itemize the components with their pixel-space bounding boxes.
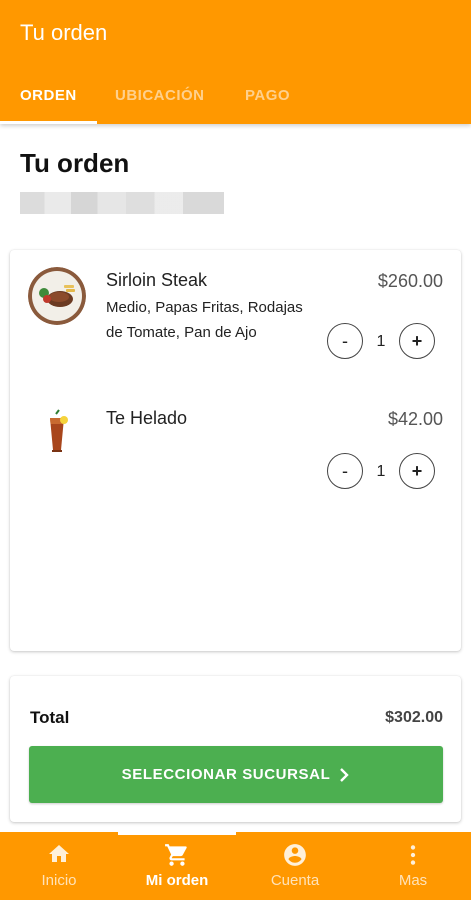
quantity-stepper: - 1 +: [327, 323, 435, 363]
app-bar: Tu orden ORDEN UBICACIÓN PAGO: [0, 0, 471, 124]
app-title: Tu orden: [20, 20, 108, 45]
steak-plate-image: [28, 267, 86, 325]
tab-pago[interactable]: PAGO: [245, 72, 290, 121]
total-value: $302.00: [385, 709, 443, 726]
nav-item-cuenta[interactable]: Cuenta: [236, 832, 354, 900]
item-name: Sirloin Steak: [106, 270, 208, 290]
tab-ubicacion[interactable]: UBICACIÓN: [115, 72, 205, 121]
nav-label: Cuenta: [270, 872, 320, 889]
nav-label: Inicio: [41, 872, 77, 889]
checkout-tabs: ORDEN UBICACIÓN PAGO: [0, 72, 471, 124]
nav-item-inicio[interactable]: Inicio: [0, 832, 118, 900]
chevron-right-icon: [338, 767, 350, 782]
increase-quantity-button[interactable]: +: [399, 453, 435, 489]
total-label: Total: [30, 708, 70, 727]
increase-quantity-button[interactable]: +: [399, 323, 435, 359]
home-icon: [0, 842, 118, 868]
blurred-subtitle: [20, 192, 224, 214]
nav-item-mi-orden[interactable]: Mi orden: [118, 832, 236, 900]
nav-item-mas[interactable]: Mas: [354, 832, 471, 900]
more-vert-icon: [354, 842, 471, 868]
item-price: $260.00: [377, 271, 443, 291]
bottom-navigation: Inicio Mi orden Cuenta Mas: [0, 832, 471, 900]
tab-indicator: [0, 121, 97, 124]
item-modifiers: Medio, Papas Fritas, Rodajas de Tomate, …: [106, 299, 303, 341]
decrease-quantity-button[interactable]: -: [327, 323, 363, 359]
nav-label: Mi orden: [145, 872, 209, 889]
nav-label: Mas: [398, 872, 428, 889]
order-summary-card: Total $302.00 SELECCIONAR SUCURSAL: [10, 676, 461, 822]
decrease-quantity-button[interactable]: -: [327, 453, 363, 489]
select-branch-button[interactable]: SELECCIONAR SUCURSAL: [29, 746, 443, 803]
quantity-value: 1: [376, 333, 386, 350]
quantity-stepper: - 1 +: [327, 453, 435, 493]
quantity-value: 1: [376, 463, 386, 480]
item-name: Te Helado: [106, 408, 188, 428]
cart-icon: [118, 842, 236, 868]
iced-tea-image: [28, 404, 86, 462]
item-price: $42.00: [387, 409, 443, 429]
page-title: Tu orden: [20, 148, 130, 178]
order-items-card: Sirloin Steak Medio, Papas Fritas, Rodaj…: [10, 250, 461, 651]
select-branch-label: SELECCIONAR SUCURSAL: [121, 766, 331, 783]
tab-orden[interactable]: ORDEN: [20, 72, 77, 121]
account-icon: [236, 842, 354, 868]
